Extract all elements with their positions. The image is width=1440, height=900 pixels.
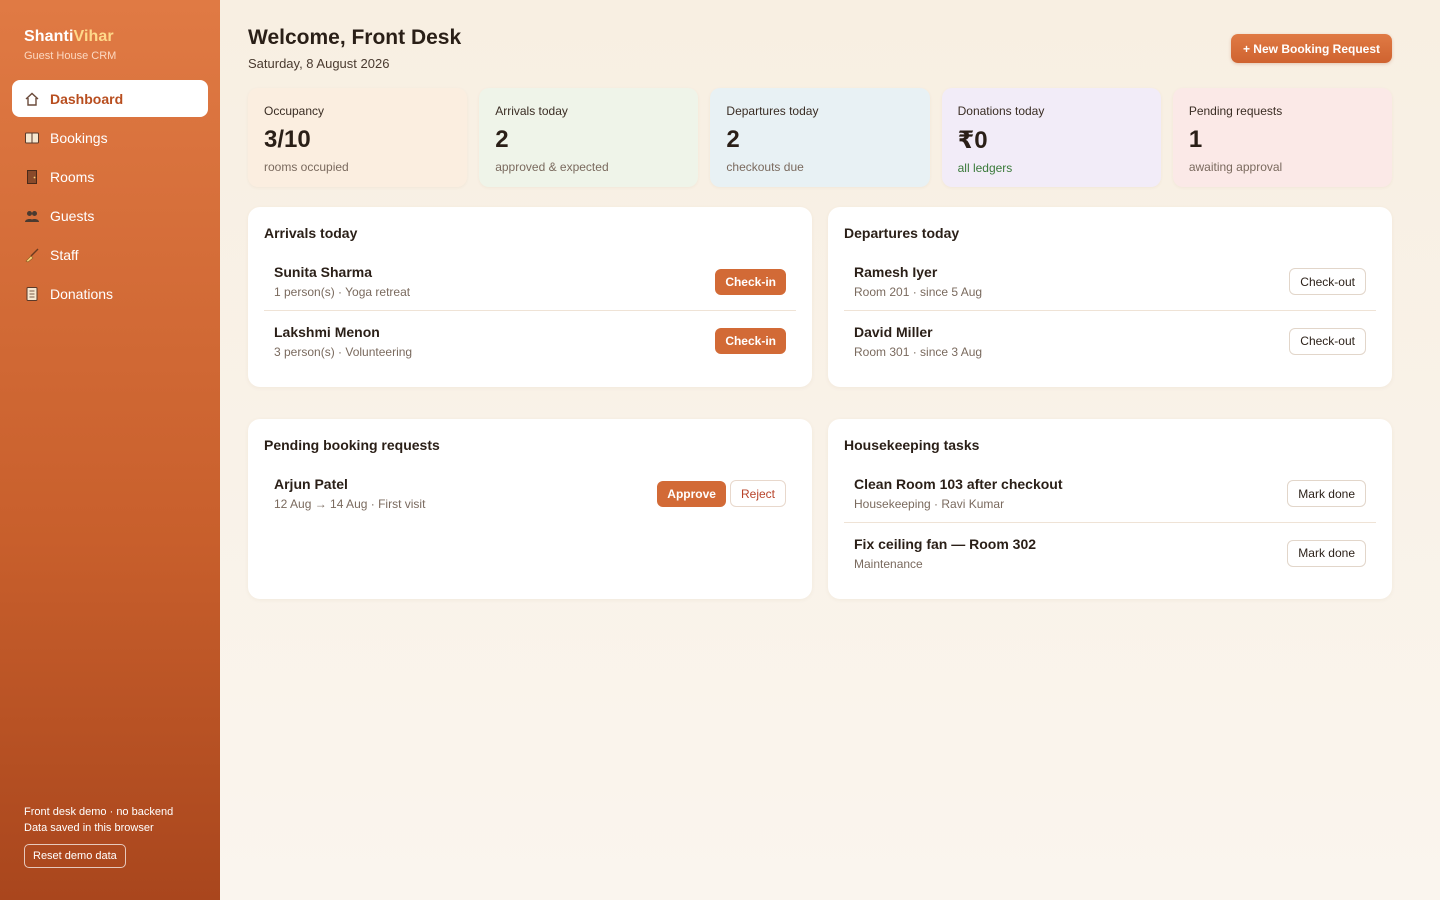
brand-subtitle: Guest House CRM [24,50,117,62]
task-detail: Maintenance [854,556,923,571]
brand: ShantiVihar Guest House CRM [12,28,208,62]
card-title: Arrivals today [264,225,358,241]
sidebar-footer: Front desk demo · no backend Data saved … [24,804,173,868]
task-name: Clean Room 103 after checkout [854,476,1063,492]
stat-label: Occupancy [264,104,325,118]
stat-card-pending: Pending requests 1 awaiting approval [1172,88,1393,187]
guest-detail: 1 person(s) · Yoga retreat [274,285,411,299]
check-in-button[interactable]: Check-in [715,268,786,295]
housekeeping-list: Clean Room 103 after checkout Housekeepi… [844,463,1376,581]
list-item: David Miller Room 301 · since 3 Aug Chec… [844,310,1376,369]
page-header: Welcome, Front Desk Saturday, 8 August 2… [248,26,1392,71]
departures-card: Departures today Ramesh Iyer Room 201 · … [828,207,1392,387]
sidebar-item-label: Dashboard [50,90,124,107]
book-icon [24,130,40,146]
reset-demo-button[interactable]: Reset demo data [24,844,126,868]
broom-icon [24,247,40,263]
pending-list: Arjun Patel 12 Aug → 14 Aug · First visi… [264,463,796,522]
reject-button[interactable]: Reject [729,480,786,507]
stat-card-arrivals: Arrivals today 2 approved & expected [479,88,699,187]
mark-done-button[interactable]: Mark done [1287,480,1366,507]
stat-label: Arrivals today [495,104,568,118]
pending-requests-card: Pending booking requests Arjun Patel 12 … [248,419,812,599]
guest-detail: 3 person(s) · Volunteering [274,344,413,359]
check-out-button[interactable]: Check-out [1289,268,1366,295]
sidebar-item-guests[interactable]: Guests [12,197,208,234]
main-content: Welcome, Front Desk Saturday, 8 August 2… [220,0,1440,900]
guest-name: David Miller [854,323,933,340]
stat-value: ₹0 [957,127,988,154]
task-detail: Housekeeping · Ravi Kumar [854,497,1005,511]
brand-name-part2: Vihar [73,28,114,45]
stat-sub: checkouts due [726,160,804,174]
sidebar-nav: Dashboard Bookings Rooms Guests Staff Do… [12,80,208,312]
guest-name: Lakshmi Menon [274,323,380,340]
stat-sub: awaiting approval [1188,160,1283,174]
footer-storage-note: Data saved in this browser [24,822,154,834]
stat-label: Departures today [726,104,819,118]
stat-label: Pending requests [1188,104,1283,118]
guest-detail: Room 301 · since 3 Aug [854,344,983,359]
stat-value: 3/10 [264,126,311,153]
sidebar-item-dashboard[interactable]: Dashboard [12,80,208,117]
new-booking-button[interactable]: + New Booking Request [1230,34,1392,63]
departures-list: Ramesh Iyer Room 201 · since 5 Aug Check… [844,251,1376,369]
guest-name: Arjun Patel [274,476,348,492]
list-item: Sunita Sharma 1 person(s) · Yoga retreat… [264,251,796,310]
request-detail: 12 Aug → 14 Aug · First visit [274,497,426,511]
sidebar-item-label: Rooms [50,168,95,185]
list-item: Arjun Patel 12 Aug → 14 Aug · First visi… [264,463,796,522]
stats-row: Occupancy 3/10 rooms occupied Arrivals t… [248,88,1393,187]
home-icon [24,91,40,107]
card-title: Departures today [844,225,960,241]
stat-value: 2 [726,126,740,153]
stat-sub: all ledgers [957,161,1013,175]
page-title: Welcome, Front Desk [248,26,462,49]
stat-card-donations: Donations today ₹0 all ledgers [941,88,1161,187]
sidebar-item-label: Bookings [50,129,108,146]
list-item: Fix ceiling fan — Room 302 Maintenance M… [844,522,1376,581]
sidebar-item-label: Guests [50,207,95,224]
sidebar: ShantiVihar Guest House CRM Dashboard Bo… [0,0,220,900]
card-title: Housekeeping tasks [844,437,980,453]
footer-demo-note: Front desk demo · no backend [24,806,174,818]
stat-value: 2 [495,126,509,153]
list-item: Clean Room 103 after checkout Housekeepi… [844,463,1376,522]
approve-button[interactable]: Approve [657,480,726,507]
sidebar-item-label: Donations [50,285,114,302]
list-item: Lakshmi Menon 3 person(s) · Volunteering… [264,310,796,369]
guest-name: Ramesh Iyer [854,264,938,280]
sidebar-item-donations[interactable]: Donations [12,275,208,312]
task-name: Fix ceiling fan — Room 302 [854,535,1037,552]
housekeeping-card: Housekeeping tasks Clean Room 103 after … [828,419,1392,599]
stat-value: 1 [1188,126,1203,153]
guest-name: Sunita Sharma [274,264,373,280]
brand-name-part1: Shanti [24,28,74,45]
request-actions: Approve Reject [657,480,786,507]
current-date: Saturday, 8 August 2026 [248,56,390,71]
brand-name[interactable]: ShantiVihar [24,28,208,46]
sidebar-item-bookings[interactable]: Bookings [12,119,208,156]
stat-sub: rooms occupied [264,160,349,174]
arrivals-list: Sunita Sharma 1 person(s) · Yoga retreat… [264,251,796,369]
arrivals-card: Arrivals today Sunita Sharma 1 person(s)… [248,207,812,387]
card-title: Pending booking requests [264,437,440,453]
dashboard-grid: Arrivals today Sunita Sharma 1 person(s)… [248,207,1392,599]
stat-card-occupancy: Occupancy 3/10 rooms occupied [248,88,468,187]
sidebar-item-label: Staff [50,246,79,263]
people-icon [24,208,40,224]
mark-done-button[interactable]: Mark done [1287,539,1366,567]
ledger-icon [24,286,40,302]
sidebar-item-staff[interactable]: Staff [12,236,208,273]
stat-card-departures: Departures today 2 checkouts due [710,88,930,187]
check-out-button[interactable]: Check-out [1289,327,1366,355]
stat-sub: approved & expected [495,160,609,174]
door-icon [24,169,40,185]
check-in-button[interactable]: Check-in [715,328,786,354]
sidebar-item-rooms[interactable]: Rooms [12,158,208,195]
list-item: Ramesh Iyer Room 201 · since 5 Aug Check… [844,251,1376,310]
guest-detail: Room 201 · since 5 Aug [854,285,983,299]
stat-label: Donations today [957,104,1045,118]
